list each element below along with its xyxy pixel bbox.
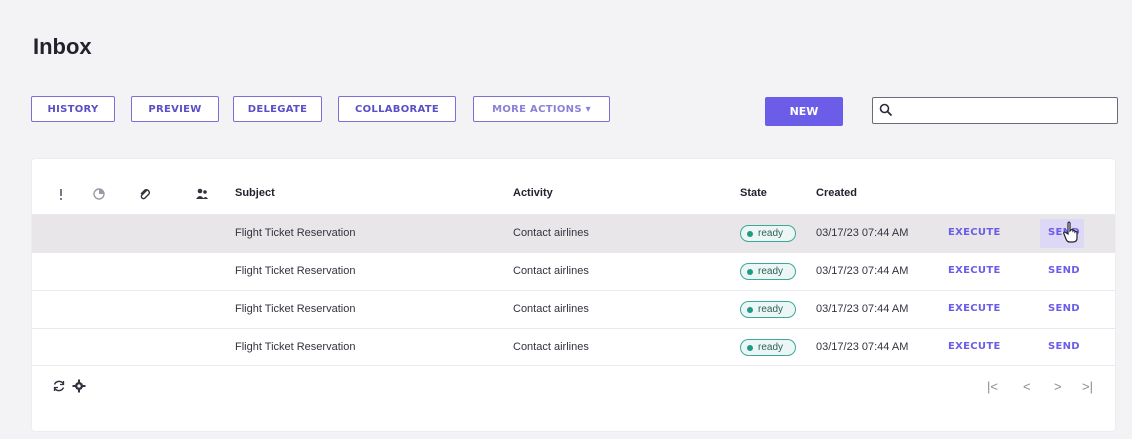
send-button[interactable]: SEND [1048,227,1080,238]
new-button[interactable]: NEW [765,97,843,126]
refresh-icon[interactable] [52,379,66,393]
prev-page-icon[interactable]: < [1023,379,1037,394]
activity-cell: Contact airlines [513,341,589,353]
status-label: ready [758,342,784,353]
execute-button[interactable]: EXECUTE [948,341,1001,352]
status-label: ready [758,304,784,315]
status-badge: ready [740,225,796,242]
created-cell: 03/17/23 07:44 AM [816,227,909,239]
subject-cell: Flight Ticket Reservation [235,227,356,239]
status-dot [747,306,753,313]
preview-button[interactable]: PREVIEW [131,96,219,122]
last-page-icon[interactable]: >| [1082,379,1096,394]
attachment-icon[interactable] [138,187,152,201]
collaborate-button[interactable]: COLLABORATE [338,96,456,122]
status-badge: ready [740,301,796,318]
search-icon [879,103,893,117]
next-page-icon[interactable]: > [1054,379,1068,394]
send-button[interactable]: SEND [1048,265,1080,276]
created-cell: 03/17/23 07:44 AM [816,265,909,277]
header-created[interactable]: Created [816,187,857,199]
execute-button[interactable]: EXECUTE [948,227,1001,238]
inbox-table-card: Subject Activity State Created Flight Ti… [31,158,1116,432]
progress-icon[interactable] [92,187,106,201]
delegate-button[interactable]: DELEGATE [233,96,322,122]
people-icon[interactable] [195,187,209,201]
table-row[interactable]: Flight Ticket Reservation Contact airlin… [32,328,1115,366]
execute-button[interactable]: EXECUTE [948,265,1001,276]
status-dot [747,268,753,275]
header-state[interactable]: State [740,187,767,199]
subject-cell: Flight Ticket Reservation [235,303,356,315]
table-row[interactable]: Flight Ticket Reservation Contact airlin… [32,252,1115,290]
execute-button[interactable]: EXECUTE [948,303,1001,314]
table-row[interactable]: Flight Ticket Reservation Contact airlin… [32,214,1115,252]
header-subject[interactable]: Subject [235,187,275,199]
priority-icon[interactable] [54,187,68,201]
page-title: Inbox [33,34,92,59]
activity-cell: Contact airlines [513,303,589,315]
created-cell: 03/17/23 07:44 AM [816,341,909,353]
status-dot [747,230,753,237]
header-activity[interactable]: Activity [513,187,553,199]
send-button[interactable]: SEND [1048,303,1080,314]
status-label: ready [758,266,784,277]
status-badge: ready [740,263,796,280]
subject-cell: Flight Ticket Reservation [235,341,356,353]
settings-icon[interactable] [72,379,86,393]
status-badge: ready [740,339,796,356]
more-actions-button[interactable]: MORE ACTIONS ▾ [473,96,610,122]
send-button[interactable]: SEND [1048,341,1080,352]
activity-cell: Contact airlines [513,227,589,239]
activity-cell: Contact airlines [513,265,589,277]
subject-cell: Flight Ticket Reservation [235,265,356,277]
search-box[interactable] [872,97,1118,124]
history-button[interactable]: HISTORY [31,96,115,122]
created-cell: 03/17/23 07:44 AM [816,303,909,315]
table-row[interactable]: Flight Ticket Reservation Contact airlin… [32,290,1115,328]
status-label: ready [758,228,784,239]
first-page-icon[interactable]: |< [987,379,1001,394]
search-input[interactable] [899,101,1113,120]
status-dot [747,344,753,351]
